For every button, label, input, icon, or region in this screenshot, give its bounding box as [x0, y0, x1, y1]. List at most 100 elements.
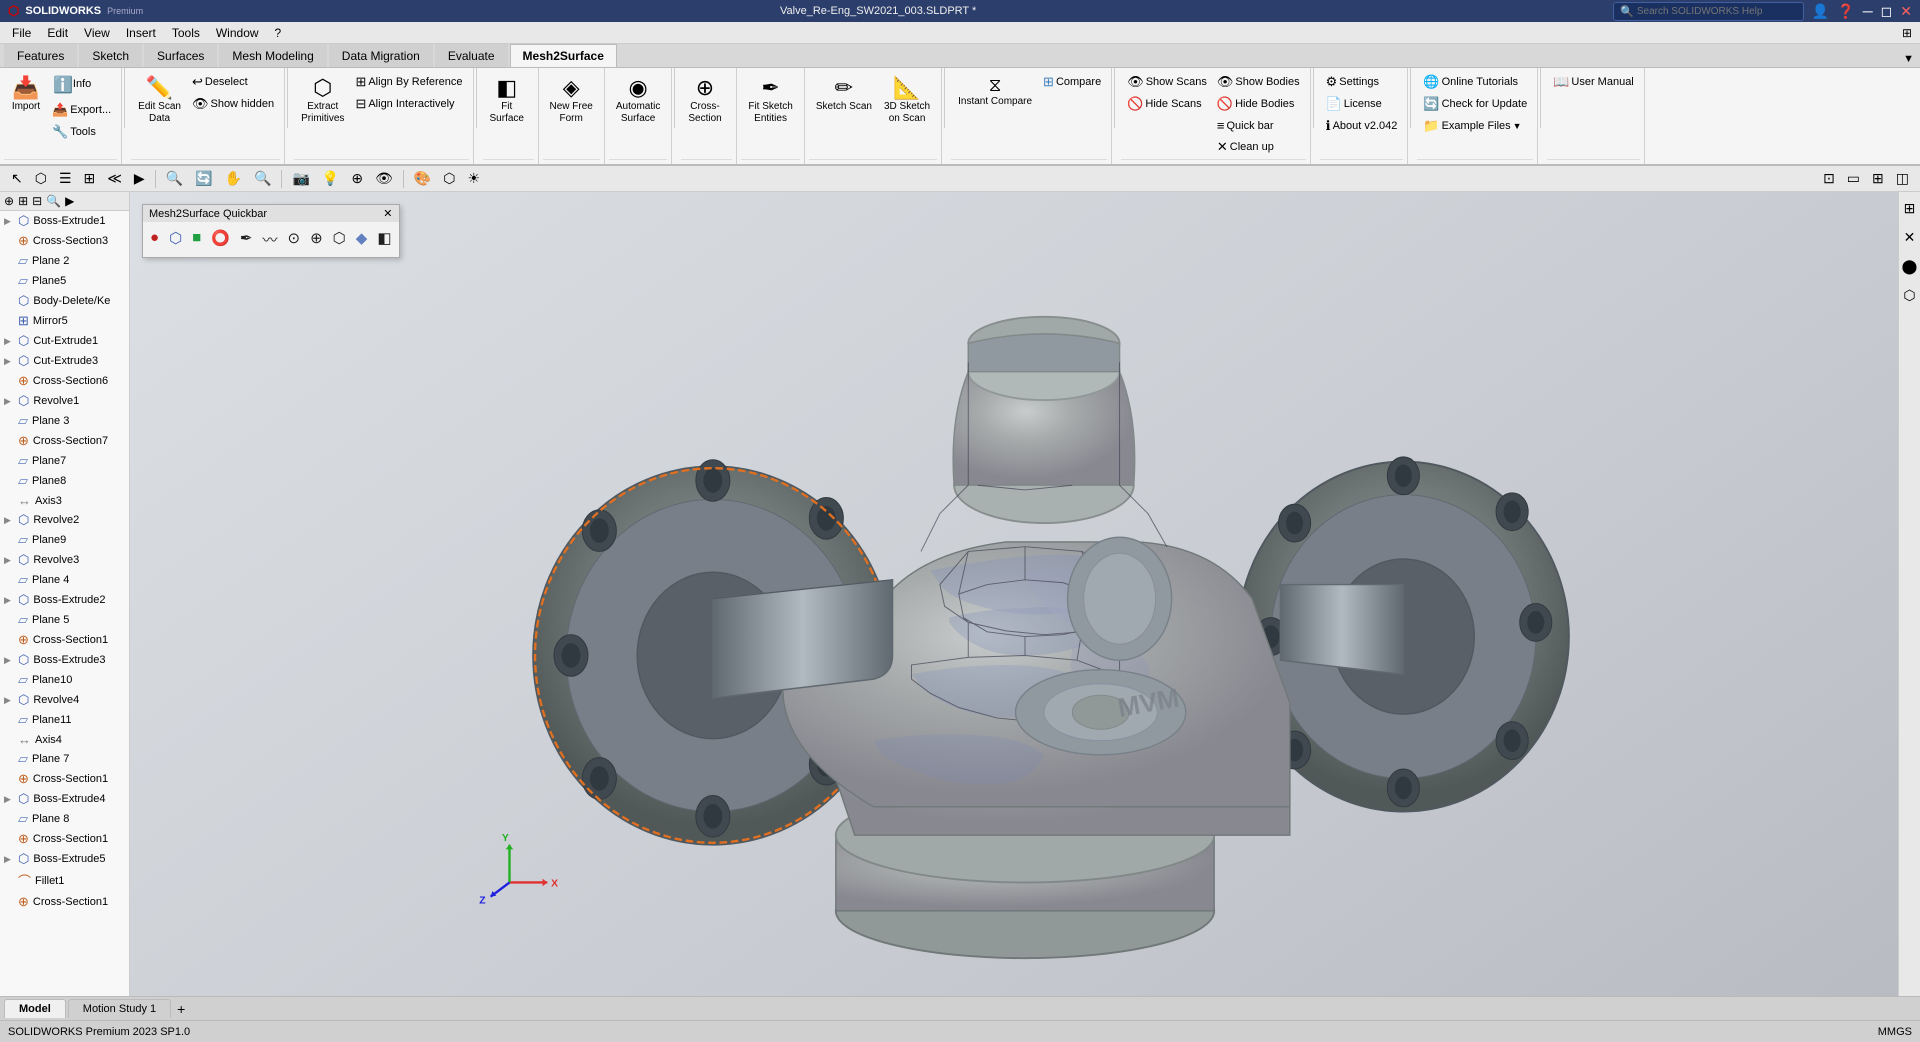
- rotate-icon[interactable]: 🔄: [190, 168, 217, 189]
- sketch-scan-button[interactable]: ✏ Sketch Scan: [811, 72, 877, 116]
- qb-icon-half[interactable]: ◧: [373, 225, 395, 254]
- license-button[interactable]: 📄 License: [1322, 94, 1402, 114]
- qb-icon-mesh[interactable]: ⬡: [165, 225, 186, 254]
- list-item[interactable]: ▶ ⬡ Revolve2: [0, 510, 129, 530]
- extract-primitives-button[interactable]: ⬡ ExtractPrimitives: [296, 72, 349, 128]
- tab-motion-study[interactable]: Motion Study 1: [68, 999, 171, 1018]
- list-item[interactable]: ▶ ⬡ Revolve3: [0, 550, 129, 570]
- list-item[interactable]: ▶ ⬡ Cut-Extrude1: [0, 331, 129, 351]
- search-feature-icon[interactable]: 🔍: [46, 194, 61, 208]
- list-item[interactable]: ▱ Plane 2: [0, 251, 129, 271]
- view-toggle-1[interactable]: ⊡: [1818, 168, 1840, 189]
- cross-section-button[interactable]: ⊕ Cross-Section: [683, 72, 726, 128]
- import-button[interactable]: 📥 Import: [6, 72, 46, 116]
- tab-sketch[interactable]: Sketch: [79, 44, 142, 67]
- fit-surface-button[interactable]: ◧ FitSurface: [485, 72, 529, 128]
- view-mesh-icon[interactable]: ⬡: [438, 168, 460, 189]
- list-item[interactable]: ▱ Plane8: [0, 471, 129, 491]
- export-button[interactable]: 📤 Export...: [48, 100, 115, 120]
- tab-mesh-modeling[interactable]: Mesh Modeling: [219, 44, 326, 67]
- help-icon[interactable]: ❓: [1837, 3, 1854, 20]
- user-manual-button[interactable]: 📖 User Manual: [1549, 72, 1638, 92]
- list-item[interactable]: ⊕ Cross-Section3: [0, 231, 129, 251]
- filter-icon[interactable]: ⊕: [4, 194, 14, 208]
- qb-icon-cross[interactable]: ⊕: [306, 225, 327, 254]
- instant-compare-button[interactable]: ⧖ Instant Compare: [953, 72, 1037, 111]
- list-item[interactable]: ⊕ Cross-Section1: [0, 892, 129, 912]
- qb-icon-circle[interactable]: ⭕: [207, 225, 234, 254]
- tab-model[interactable]: Model: [4, 999, 66, 1018]
- tab-data-migration[interactable]: Data Migration: [329, 44, 433, 67]
- list-item[interactable]: ▶ ⬡ Boss-Extrude3: [0, 650, 129, 670]
- show-hidden-button[interactable]: 👁 Show hidden: [188, 94, 278, 114]
- right-panel-icon-1[interactable]: ⊞: [1900, 196, 1920, 221]
- view-toggle-3[interactable]: ⊞: [1867, 168, 1889, 189]
- menu-view[interactable]: View: [76, 24, 118, 42]
- align-by-reference-button[interactable]: ⊞ Align By Reference: [351, 72, 466, 92]
- list-item[interactable]: ⊕ Cross-Section1: [0, 769, 129, 789]
- menu-tools[interactable]: Tools: [164, 24, 208, 42]
- list-item[interactable]: ▶ ⬡ Boss-Extrude1: [0, 211, 129, 231]
- tab-mesh2surface[interactable]: Mesh2Surface: [510, 44, 617, 67]
- list-item[interactable]: ⬡ Body-Delete/Ke: [0, 291, 129, 311]
- view-section-icon[interactable]: ⊕: [346, 168, 368, 189]
- list-item[interactable]: ▶ ⬡ Boss-Extrude5: [0, 849, 129, 869]
- online-tutorials-button[interactable]: 🌐 Online Tutorials: [1419, 72, 1531, 92]
- user-icon[interactable]: 👤: [1812, 3, 1829, 20]
- menu-window[interactable]: Window: [208, 24, 267, 42]
- tab-features[interactable]: Features: [4, 44, 77, 67]
- display-options-icon[interactable]: ⊞: [18, 194, 28, 208]
- view-hide-icon[interactable]: 👁: [370, 168, 398, 189]
- 3d-viewport[interactable]: Mesh2Surface Quickbar ✕ ● ⬡ ■ ⭕ ✒ 〰 ⊙ ⊕ …: [130, 192, 1920, 996]
- new-free-form-button[interactable]: ◈ New FreeForm: [545, 72, 598, 128]
- toolbar-icon-5[interactable]: ≪: [102, 168, 127, 189]
- zoom-icon[interactable]: 🔍: [249, 168, 276, 189]
- list-item[interactable]: ▱ Plane5: [0, 271, 129, 291]
- select-icon[interactable]: ↖: [6, 168, 28, 189]
- view-toggle-4[interactable]: ◫: [1891, 168, 1914, 189]
- minimize-btn[interactable]: ─: [1863, 3, 1873, 19]
- view-orient-icon[interactable]: 📷: [287, 168, 314, 189]
- toolbar-icon-6[interactable]: ▶: [129, 168, 150, 189]
- search-input[interactable]: [1637, 6, 1797, 17]
- view-toggle-2[interactable]: ▭: [1842, 168, 1865, 189]
- qb-icon-pen[interactable]: ✒: [236, 225, 257, 254]
- info-button[interactable]: ℹ️ Info: [48, 72, 115, 98]
- menu-file[interactable]: File: [4, 24, 39, 42]
- list-item[interactable]: ▱ Plane9: [0, 530, 129, 550]
- quickbar-close-icon[interactable]: ✕: [383, 207, 392, 220]
- add-motion-study-icon[interactable]: +: [173, 999, 189, 1019]
- view-color-icon[interactable]: 🎨: [409, 168, 436, 189]
- compare-button[interactable]: ⊞ Compare: [1039, 72, 1105, 92]
- view-display-icon[interactable]: 💡: [317, 168, 344, 189]
- show-bodies-button[interactable]: 👁 Show Bodies: [1213, 72, 1304, 92]
- qb-icon-target[interactable]: ⊙: [284, 225, 305, 254]
- example-files-button[interactable]: 📁 Example Files ▼: [1419, 116, 1531, 136]
- list-item[interactable]: ⊕ Cross-Section1: [0, 630, 129, 650]
- qb-icon-hex[interactable]: ⬡: [329, 225, 350, 254]
- check-for-update-button[interactable]: 🔄 Check for Update: [1419, 94, 1531, 114]
- list-item[interactable]: ▶ ⬡ Boss-Extrude4: [0, 789, 129, 809]
- qb-icon-red[interactable]: ●: [146, 225, 163, 254]
- more-icon[interactable]: ▶: [65, 194, 74, 208]
- list-item[interactable]: ▱ Plane 8: [0, 809, 129, 829]
- restore-btn[interactable]: ◻: [1881, 3, 1893, 20]
- list-item[interactable]: ▶ ⬡ Boss-Extrude2: [0, 590, 129, 610]
- right-panel-icon-4[interactable]: ⬡: [1899, 283, 1919, 308]
- align-interactively-button[interactable]: ⊟ Align Interactively: [351, 94, 466, 114]
- clean-up-button[interactable]: ✕ Clean up: [1213, 137, 1304, 157]
- toolbar-icon-4[interactable]: ⊞: [79, 168, 101, 189]
- hide-bodies-button[interactable]: 🚫 Hide Bodies: [1213, 94, 1304, 114]
- edit-scan-data-button[interactable]: ✏️ Edit ScanData: [133, 72, 186, 128]
- window-expand-icon[interactable]: ⊞: [1898, 24, 1916, 42]
- collapse-icon[interactable]: ⊟: [32, 194, 42, 208]
- customize-quick-access-icon[interactable]: ▼: [1901, 51, 1916, 67]
- right-panel-icon-3[interactable]: ⬤: [1898, 254, 1920, 279]
- list-item[interactable]: ⊕ Cross-Section6: [0, 371, 129, 391]
- menu-edit[interactable]: Edit: [39, 24, 76, 42]
- menu-insert[interactable]: Insert: [118, 24, 164, 42]
- list-item[interactable]: ▱ Plane10: [0, 670, 129, 690]
- list-item[interactable]: ⊕ Cross-Section1: [0, 829, 129, 849]
- tab-evaluate[interactable]: Evaluate: [435, 44, 508, 67]
- list-item[interactable]: ▶ ⬡ Revolve4: [0, 690, 129, 710]
